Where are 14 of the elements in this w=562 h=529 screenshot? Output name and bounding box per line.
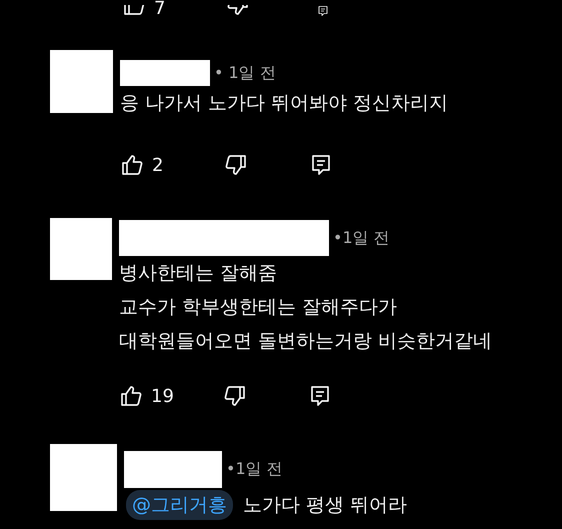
- like-count: 7: [153, 0, 166, 17]
- comment-text: 교수가 학부생한테는 잘해주다가: [119, 295, 398, 320]
- comment-time: •1일 전: [333, 228, 390, 248]
- comment-time: • 1일 전: [214, 62, 276, 84]
- mention-link[interactable]: @그리거흥: [126, 490, 233, 520]
- like-count: 2: [151, 154, 164, 176]
- comment-text: 노가다 평생 뛰어라: [243, 493, 408, 518]
- comment-text: 대학원들어오면 돌변하는거랑 비슷한거같네: [119, 329, 492, 354]
- reply-icon[interactable]: [309, 153, 333, 177]
- like-count: 19: [150, 386, 175, 406]
- comment-text: 응 나가서 노가다 뛰어봐야 정신차리지: [120, 91, 448, 116]
- comment-time: •1일 전: [226, 459, 283, 480]
- reply-icon[interactable]: [308, 384, 332, 408]
- comment-text: 병사한테는 잘해줌: [119, 261, 278, 286]
